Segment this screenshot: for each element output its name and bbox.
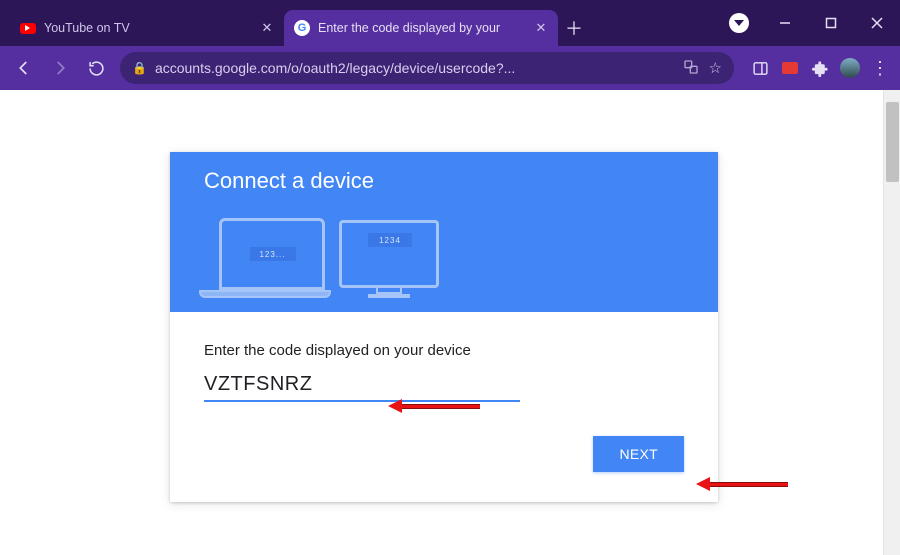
close-icon[interactable]: ✕: [534, 21, 548, 35]
star-icon[interactable]: ☆: [709, 59, 722, 77]
hero-illustration: 123... 1234: [212, 212, 684, 298]
page-viewport: Connect a device 123... 1234 Ente: [0, 90, 900, 555]
monitor-badge: 1234: [368, 233, 412, 247]
forward-button[interactable]: [44, 52, 76, 84]
next-button[interactable]: NEXT: [593, 436, 684, 472]
laptop-badge: 123...: [250, 247, 296, 261]
lock-icon: 🔒: [132, 61, 147, 75]
address-bar[interactable]: 🔒 accounts.google.com/o/oauth2/legacy/de…: [120, 52, 734, 84]
card-hero: Connect a device 123... 1234: [170, 152, 718, 312]
tab-title: YouTube on TV: [44, 21, 260, 35]
extension-area: ⋮: [742, 56, 892, 80]
tab-strip: YouTube on TV ✕ G Enter the code display…: [10, 0, 590, 46]
google-icon: G: [294, 20, 310, 36]
vpn-indicator-icon[interactable]: [716, 0, 762, 46]
close-window-button[interactable]: [854, 0, 900, 46]
hero-title: Connect a device: [204, 168, 684, 194]
side-panel-icon[interactable]: [748, 56, 772, 80]
code-prompt-label: Enter the code displayed on your device: [204, 342, 684, 359]
window-controls: [762, 0, 900, 46]
tab-youtube[interactable]: YouTube on TV ✕: [10, 10, 284, 46]
youtube-icon: [20, 20, 36, 36]
reload-button[interactable]: [80, 52, 112, 84]
extensions-puzzle-icon[interactable]: [808, 56, 832, 80]
new-tab-button[interactable]: ＋: [558, 10, 590, 46]
url-text: accounts.google.com/o/oauth2/legacy/devi…: [155, 60, 675, 76]
menu-button[interactable]: ⋮: [868, 56, 892, 80]
maximize-button[interactable]: [808, 0, 854, 46]
translate-icon[interactable]: [683, 59, 699, 78]
vertical-scrollbar[interactable]: [883, 90, 900, 555]
device-connect-card: Connect a device 123... 1234 Ente: [170, 152, 718, 502]
browser-toolbar: 🔒 accounts.google.com/o/oauth2/legacy/de…: [0, 46, 900, 90]
tab-title: Enter the code displayed by your: [318, 21, 534, 35]
scrollbar-thumb[interactable]: [886, 102, 899, 182]
minimize-button[interactable]: [762, 0, 808, 46]
back-button[interactable]: [8, 52, 40, 84]
card-body: Enter the code displayed on your device …: [170, 312, 718, 502]
tab-google-device[interactable]: G Enter the code displayed by your ✕: [284, 10, 558, 46]
device-code-input[interactable]: [204, 371, 520, 402]
monitor-icon: 1234: [339, 220, 439, 288]
extension-red-icon[interactable]: [778, 56, 802, 80]
close-icon[interactable]: ✕: [260, 21, 274, 35]
window-titlebar: YouTube on TV ✕ G Enter the code display…: [0, 0, 900, 46]
profile-avatar[interactable]: [838, 56, 862, 80]
laptop-icon: 123...: [219, 218, 325, 290]
